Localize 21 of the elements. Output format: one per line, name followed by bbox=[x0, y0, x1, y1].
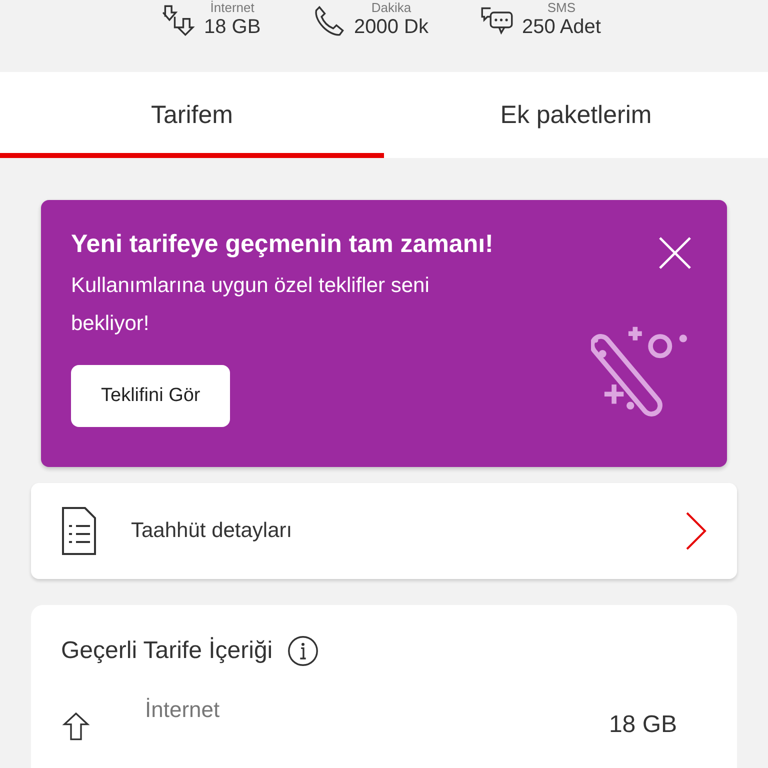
summary-value: 2000 Dk bbox=[354, 15, 428, 39]
summary-value: 18 GB bbox=[204, 15, 261, 39]
arrow-up-icon bbox=[61, 711, 91, 741]
card-title: Geçerli Tarife İçeriği bbox=[61, 637, 273, 665]
row-label: Taahhüt detayları bbox=[131, 519, 294, 543]
summary-label: İnternet bbox=[210, 0, 254, 15]
phone-icon bbox=[312, 4, 346, 38]
close-icon[interactable] bbox=[659, 237, 691, 269]
summary-label: SMS bbox=[547, 0, 576, 15]
item-label: İnternet bbox=[145, 697, 221, 723]
summary-label: Dakika bbox=[371, 0, 412, 15]
document-icon bbox=[61, 506, 97, 556]
promo-title: Yeni tarifeye geçmenin tam zamanı! bbox=[71, 230, 494, 259]
summary-value: 250 Adet bbox=[522, 15, 601, 39]
promo-text: Kullanımlarına uygun özel teklifler seni bekliyor! bbox=[71, 273, 430, 337]
arrows-icon bbox=[162, 4, 196, 38]
info-icon[interactable] bbox=[286, 635, 319, 667]
chevron-right-icon bbox=[685, 511, 707, 551]
item-value: 18 GB bbox=[608, 711, 677, 739]
offer-button[interactable]: Teklifini Gör bbox=[71, 365, 230, 427]
commitment-row[interactable]: Taahhüt detayları bbox=[31, 483, 737, 579]
